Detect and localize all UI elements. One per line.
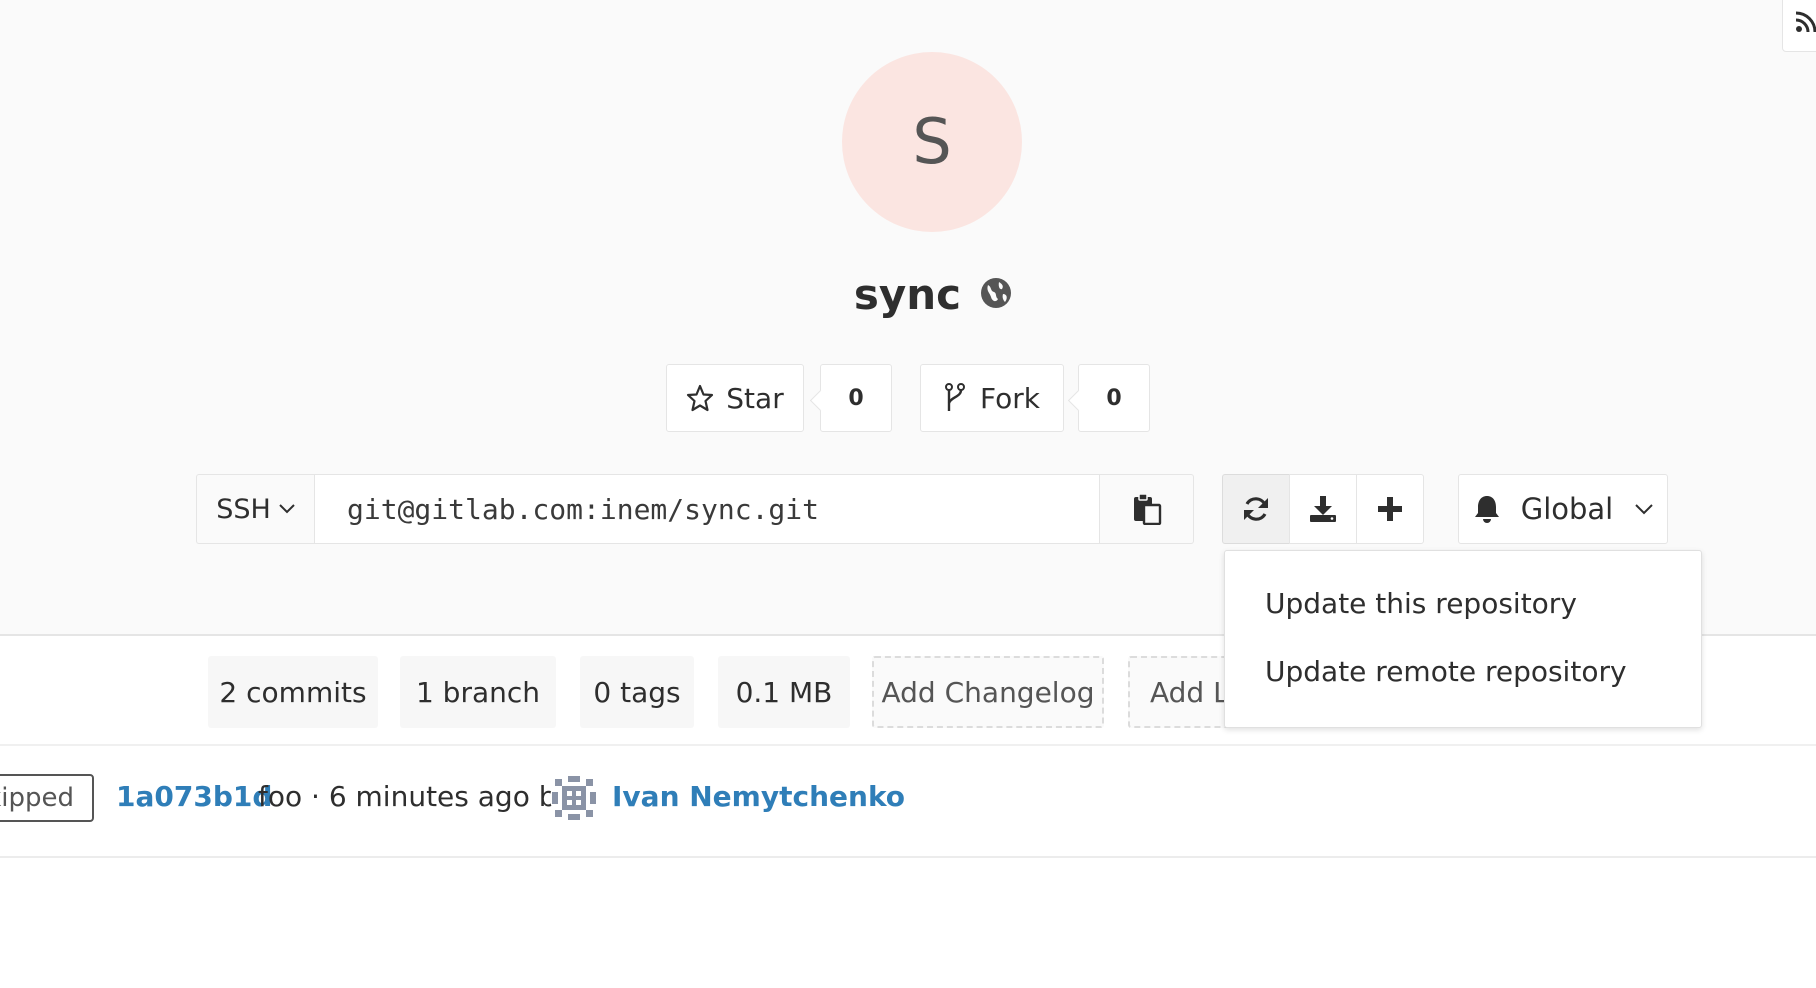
- fork-icon: [945, 383, 966, 411]
- sync-repository-button[interactable]: [1222, 474, 1290, 544]
- star-count[interactable]: 0: [820, 364, 892, 432]
- clone-url-group: SSH git@gitlab.com:inem/sync.git: [196, 474, 1194, 544]
- fork-count[interactable]: 0: [1078, 364, 1150, 432]
- bell-icon: [1474, 496, 1499, 523]
- tags-link[interactable]: 0 tags: [580, 656, 694, 728]
- commit-author-link[interactable]: Ivan Nemytchenko: [612, 780, 905, 813]
- clone-protocol-dropdown[interactable]: SSH: [196, 474, 314, 544]
- copy-url-button[interactable]: [1100, 474, 1194, 544]
- divider: [0, 744, 1816, 746]
- chevron-down-icon: [279, 504, 295, 514]
- update-this-repository-item[interactable]: Update this repository: [1265, 587, 1577, 620]
- repository-actions: [1222, 474, 1424, 544]
- update-remote-repository-item[interactable]: Update remote repository: [1265, 655, 1627, 688]
- plus-icon: [1378, 497, 1402, 521]
- fork-label: Fork: [980, 381, 1040, 415]
- notification-level-label: Global: [1520, 492, 1614, 526]
- commit-sha-link[interactable]: 1a073b1d: [116, 780, 272, 813]
- notification-level-dropdown[interactable]: Global: [1458, 474, 1668, 544]
- chevron-down-icon: [1635, 503, 1653, 514]
- clone-protocol-label: SSH: [216, 493, 271, 525]
- project-title: sync: [853, 270, 962, 319]
- project-avatar: S: [842, 52, 1022, 232]
- refresh-icon: [1244, 497, 1268, 521]
- globe-icon: [980, 277, 1012, 313]
- commit-message: foo · 6 minutes ago by: [258, 780, 574, 813]
- branches-link[interactable]: 1 branch: [400, 656, 556, 728]
- project-title-row: sync: [0, 270, 1816, 330]
- commits-link[interactable]: 2 commits: [208, 656, 378, 728]
- last-commit: skipped 1a073b1d foo · 6 minutes ago by …: [0, 774, 1816, 826]
- star-label: Star: [726, 381, 784, 415]
- download-icon: [1310, 496, 1336, 522]
- star-button[interactable]: Star: [666, 364, 804, 432]
- add-changelog-button[interactable]: Add Changelog: [872, 656, 1104, 728]
- rss-icon: [1795, 11, 1816, 33]
- star-icon: [687, 384, 714, 412]
- author-avatar[interactable]: [548, 772, 600, 824]
- repository-size: 0.1 MB: [718, 656, 850, 728]
- project-header: S sync Star 0 Fork 0 SSH git@gitlab.com:…: [0, 0, 1816, 636]
- add-new-button[interactable]: [1356, 474, 1424, 544]
- pipeline-status-badge[interactable]: skipped: [0, 774, 94, 822]
- divider: [0, 856, 1816, 858]
- clipboard-icon: [1133, 493, 1161, 525]
- sync-dropdown-menu: Update this repository Update remote rep…: [1224, 550, 1702, 728]
- fork-button[interactable]: Fork: [920, 364, 1064, 432]
- rss-button[interactable]: [1782, 0, 1816, 52]
- download-button[interactable]: [1289, 474, 1357, 544]
- clone-url-input[interactable]: git@gitlab.com:inem/sync.git: [314, 474, 1100, 544]
